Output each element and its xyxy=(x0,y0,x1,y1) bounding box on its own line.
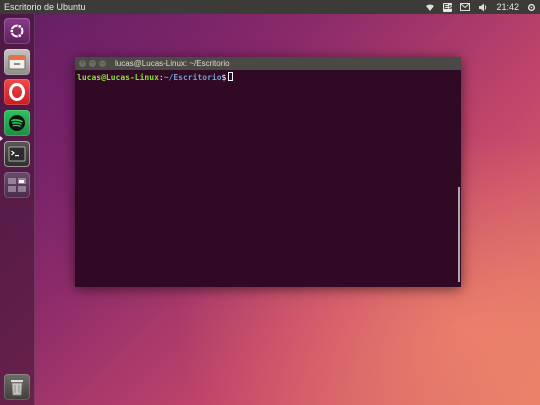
files-icon xyxy=(8,55,26,70)
prompt-path: ~/Escritorio xyxy=(163,73,222,82)
keyboard-layout-indicator[interactable]: Es xyxy=(443,0,453,14)
terminal-window[interactable]: × – □ lucas@Lucas-Linux: ~/Escritorio lu… xyxy=(75,57,461,287)
workspace-switcher-button[interactable] xyxy=(4,172,30,198)
minimize-icon[interactable]: – xyxy=(89,60,96,67)
workspace-icon xyxy=(8,178,26,192)
terminal-icon xyxy=(8,146,26,162)
close-icon[interactable]: × xyxy=(79,60,86,67)
launcher xyxy=(0,14,35,405)
terminal-titlebar[interactable]: × – □ lucas@Lucas-Linux: ~/Escritorio xyxy=(75,57,461,70)
spotify-icon xyxy=(9,115,25,131)
clock[interactable]: 21:42 xyxy=(496,2,519,12)
trash-icon xyxy=(11,380,23,396)
terminal-title: lucas@Lucas-Linux: ~/Escritorio xyxy=(115,59,230,68)
scrollbar[interactable] xyxy=(458,187,460,282)
running-indicator xyxy=(0,136,3,141)
maximize-icon[interactable]: □ xyxy=(99,60,106,67)
trash-button[interactable] xyxy=(4,374,30,400)
ubuntu-logo-icon xyxy=(9,24,24,38)
prompt-symbol: $ xyxy=(221,73,227,82)
opera-button[interactable] xyxy=(4,79,30,105)
opera-icon xyxy=(9,83,25,101)
terminal-button[interactable] xyxy=(4,141,30,167)
indicator-area: Es 21:42 xyxy=(425,0,536,14)
text-cursor xyxy=(228,72,234,81)
panel-title: Escritorio de Ubuntu xyxy=(4,2,86,12)
prompt-user: lucas@Lucas-Linux xyxy=(77,73,159,82)
top-panel: Escritorio de Ubuntu Es 21:42 xyxy=(0,0,540,14)
dash-home-button[interactable] xyxy=(4,18,30,44)
spotify-button[interactable] xyxy=(4,110,30,136)
files-button[interactable] xyxy=(4,49,30,75)
mail-icon[interactable] xyxy=(460,0,471,14)
volume-icon[interactable] xyxy=(478,0,488,14)
power-gear-icon[interactable] xyxy=(527,0,536,14)
wifi-icon[interactable] xyxy=(425,0,435,14)
terminal-body[interactable]: lucas@Lucas-Linux:~/Escritorio$ xyxy=(75,70,461,85)
